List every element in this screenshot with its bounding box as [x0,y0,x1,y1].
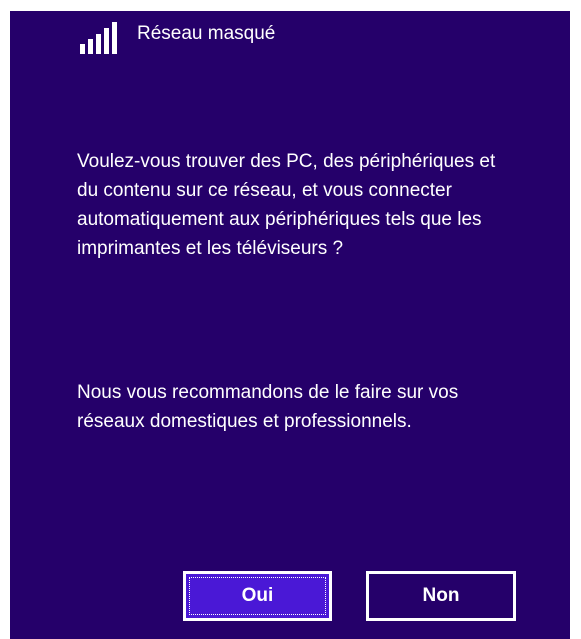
network-sharing-flyout: Réseau masqué Voulez-vous trouver des PC… [10,11,570,639]
yes-button[interactable]: Oui [183,571,332,621]
yes-button-label: Oui [241,585,274,606]
network-name: Réseau masqué [137,23,276,44]
no-button[interactable]: Non [366,571,516,621]
wifi-signal-icon [80,22,117,54]
recommendation-text: Nous vous recommandons de le faire sur v… [77,382,459,432]
network-header: Réseau masqué [80,22,275,54]
no-button-label: Non [422,585,460,606]
discovery-question: Voulez-vous trouver des PC, des périphér… [77,151,496,259]
screen: Réseau masqué Voulez-vous trouver des PC… [0,0,581,639]
